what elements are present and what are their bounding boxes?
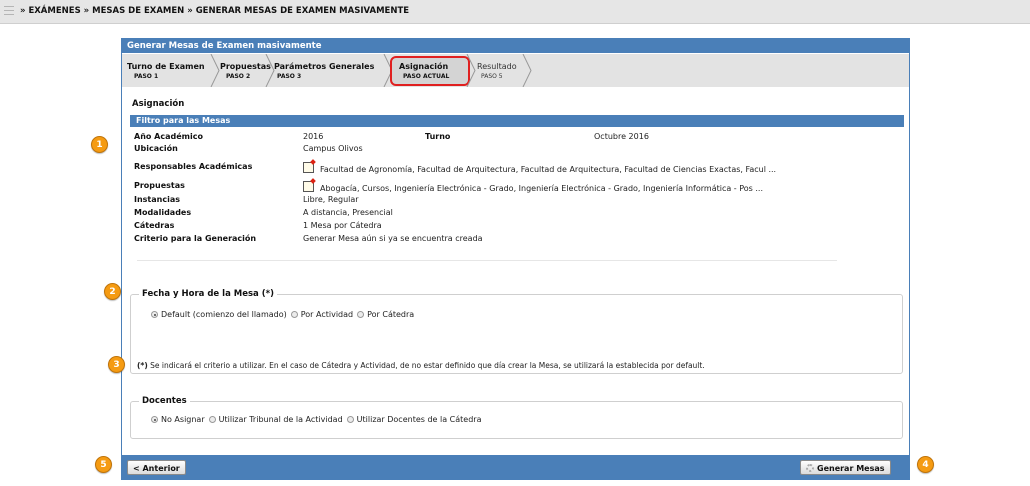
callout-badge-5: 5 (95, 456, 112, 473)
criterio-value: Generar Mesa aún si ya se encuentra crea… (303, 234, 483, 243)
current-step-highlight (390, 56, 470, 86)
callout-badge-1: 1 (91, 136, 108, 153)
step-title: Turno de Examen (127, 62, 205, 71)
anio-label: Año Académico (134, 132, 203, 141)
generar-mesas-button[interactable]: Generar Mesas (800, 460, 891, 475)
filter-header: Filtro para las Mesas (130, 115, 904, 127)
menu-icon[interactable] (4, 6, 14, 16)
chevron-separator-icon (522, 54, 532, 87)
step-title: Asignación (399, 62, 449, 71)
step-sub: PASO 2 (226, 73, 251, 80)
radio-label: No Asignar (161, 415, 205, 424)
wizard-footer: < Anterior Generar Mesas (122, 455, 909, 479)
catedras-label: Cátedras (134, 221, 175, 230)
instancias-value: Libre, Regular (303, 195, 359, 204)
panel-title: Generar Mesas de Examen masivamente (122, 39, 909, 53)
turno-label: Turno (425, 132, 451, 141)
chevron-separator-icon (466, 54, 476, 87)
criterio-label: Criterio para la Generación (134, 234, 257, 243)
radio-dot[interactable] (151, 416, 158, 423)
docentes-fieldset: Docentes No Asignar Utilizar Tribunal de… (130, 396, 903, 439)
radio-default[interactable]: Default (comienzo del llamado) (151, 310, 287, 319)
modalidades-label: Modalidades (134, 208, 192, 217)
propuestas-value: Abogacía, Cursos, Ingeniería Electrónica… (320, 184, 764, 193)
radio-por-actividad[interactable]: Por Actividad (290, 310, 354, 319)
propuestas-label: Propuestas (134, 181, 185, 190)
note-mark: (*) (137, 361, 148, 370)
anio-value: 2016 (303, 132, 324, 141)
edit-icon[interactable] (303, 181, 314, 192)
radio-label: Default (comienzo del llamado) (161, 310, 287, 319)
docentes-legend: Docentes (139, 396, 190, 406)
generar-label: Generar Mesas (817, 464, 885, 473)
radio-label: Utilizar Tribunal de la Actividad (218, 415, 343, 424)
callout-badge-3: 3 (108, 356, 125, 373)
radio-label: Por Actividad (300, 310, 354, 319)
fecha-radio-group: Default (comienzo del llamado) Por Activ… (151, 310, 418, 319)
divider (137, 260, 837, 261)
radio-por-catedra[interactable]: Por Cátedra (357, 310, 414, 319)
ubicacion-value: Campus Olivos (303, 144, 363, 153)
breadcrumb: » EXÁMENES » MESAS DE EXAMEN » GENERAR M… (20, 6, 410, 16)
edit-icon[interactable] (303, 162, 314, 173)
step-title: Resultado (477, 62, 517, 71)
radio-no-asignar[interactable]: No Asignar (151, 415, 205, 424)
callout-badge-2: 2 (104, 283, 121, 300)
wizard-steps: Turno de Examen PASO 1 Propuestas PASO 2… (122, 54, 909, 87)
radio-dot[interactable] (290, 311, 298, 318)
radio-dot[interactable] (208, 416, 216, 423)
chevron-separator-icon (210, 54, 220, 87)
note-text: Se indicará el criterio a utilizar. En e… (150, 361, 705, 370)
step-sub: PASO 3 (277, 73, 302, 80)
radio-tribunal-actividad[interactable]: Utilizar Tribunal de la Actividad (208, 415, 343, 424)
step-sub: PASO 5 (481, 73, 503, 80)
turno-value: Octubre 2016 (594, 132, 649, 141)
anterior-button[interactable]: < Anterior (127, 460, 186, 475)
instancias-label: Instancias (134, 195, 180, 204)
gear-icon (806, 464, 814, 472)
responsables-value: Facultad de Agronomía, Facultad de Arqui… (320, 165, 777, 174)
step-sub: PASO 1 (134, 73, 159, 80)
radio-docentes-catedra[interactable]: Utilizar Docentes de la Cátedra (346, 415, 482, 424)
radio-dot[interactable] (346, 416, 354, 423)
callout-badge-4: 4 (917, 456, 934, 473)
top-bar: » EXÁMENES » MESAS DE EXAMEN » GENERAR M… (0, 0, 1030, 24)
fecha-note: (*) Se indicará el criterio a utilizar. … (137, 361, 705, 370)
radio-dot[interactable] (357, 311, 365, 318)
section-title: Asignación (132, 99, 185, 109)
step-title: Parámetros Generales (274, 62, 375, 71)
radio-label: Por Cátedra (367, 310, 415, 319)
catedras-value: 1 Mesa por Cátedra (303, 221, 382, 230)
step-sub: PASO ACTUAL (403, 73, 450, 80)
responsables-label: Responsables Académicas (134, 162, 253, 171)
radio-dot[interactable] (151, 311, 158, 318)
step-title: Propuestas (220, 62, 271, 71)
wizard-panel: Generar Mesas de Examen masivamente Turn… (121, 38, 910, 480)
radio-label: Utilizar Docentes de la Cátedra (356, 415, 482, 424)
propuestas-row: Abogacía, Cursos, Ingeniería Electrónica… (303, 181, 763, 193)
modalidades-value: A distancia, Presencial (303, 208, 393, 217)
responsables-row: Facultad de Agronomía, Facultad de Arqui… (303, 162, 776, 174)
fecha-legend: Fecha y Hora de la Mesa (*) (139, 289, 277, 299)
ubicacion-label: Ubicación (134, 144, 178, 153)
docentes-radio-group: No Asignar Utilizar Tribunal de la Activ… (151, 415, 486, 424)
